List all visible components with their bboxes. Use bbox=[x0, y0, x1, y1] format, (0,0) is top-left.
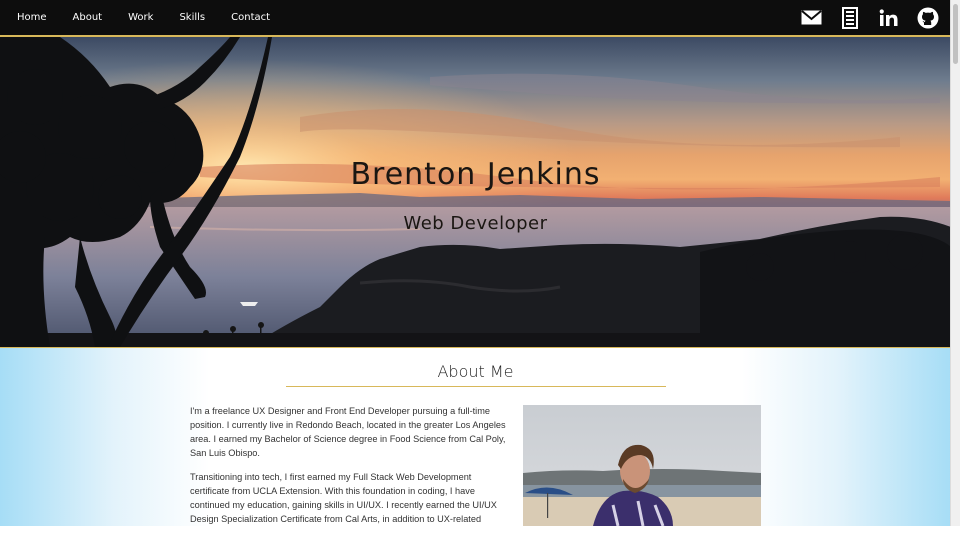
nav-about-link[interactable]: About bbox=[73, 12, 103, 23]
mail-icon[interactable] bbox=[800, 7, 822, 29]
page-scrollbar[interactable] bbox=[950, 0, 960, 526]
nav-home-link[interactable]: Home bbox=[17, 12, 47, 23]
profile-photo bbox=[523, 405, 761, 526]
hero-banner: Brenton Jenkins Web Developer bbox=[0, 37, 951, 348]
nav-work-link[interactable]: Work bbox=[128, 12, 153, 23]
top-navbar: Home About Work Skills Contact bbox=[0, 0, 951, 37]
hero-subtitle: Web Developer bbox=[403, 213, 548, 234]
linkedin-icon[interactable] bbox=[878, 7, 900, 29]
github-icon[interactable] bbox=[917, 7, 939, 29]
resume-icon[interactable] bbox=[839, 6, 861, 29]
about-paragraph: Transitioning into tech, I first earned … bbox=[190, 472, 497, 524]
about-divider bbox=[286, 386, 666, 387]
about-section: About Me I'm a freelance UX Designer and… bbox=[0, 348, 951, 526]
about-title: About Me bbox=[437, 362, 514, 381]
about-paragraph: I'm a freelance UX Designer and Front En… bbox=[190, 406, 506, 458]
hero-title: Brenton Jenkins bbox=[350, 157, 601, 192]
sunset-landscape-image bbox=[0, 37, 951, 347]
nav-skills-link[interactable]: Skills bbox=[179, 12, 205, 23]
nav-links: Home About Work Skills Contact bbox=[17, 12, 296, 23]
scrollbar-thumb[interactable] bbox=[953, 4, 958, 64]
nav-contact-link[interactable]: Contact bbox=[231, 12, 270, 23]
about-text: I'm a freelance UX Designer and Front En… bbox=[190, 404, 510, 536]
social-icons bbox=[783, 6, 939, 29]
